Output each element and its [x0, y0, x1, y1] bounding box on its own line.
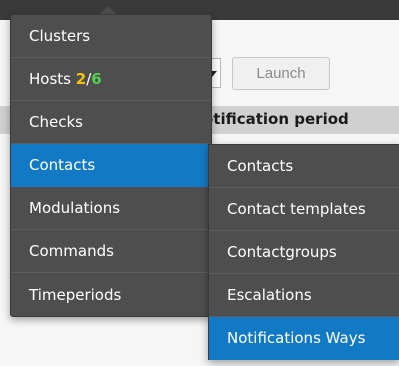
- menu-item-timeperiods[interactable]: Timeperiods: [11, 273, 211, 316]
- submenu-item-escalations[interactable]: Escalations: [209, 274, 399, 317]
- menu-item-label: Clusters: [29, 27, 91, 45]
- menu-item-checks[interactable]: Checks: [11, 101, 211, 144]
- menu-item-label: Checks: [29, 113, 83, 131]
- menu-caret-icon: [100, 6, 116, 14]
- menu-item-contacts[interactable]: Contacts: [11, 144, 211, 187]
- table-header-notification-period: otification period: [203, 110, 349, 128]
- menu-item-label: Commands: [29, 242, 114, 260]
- configuration-menu: Clusters Hosts 2/6 Checks Contacts Modul…: [10, 14, 212, 317]
- menu-item-label: Contacts: [29, 156, 96, 174]
- submenu-item-label: Contact templates: [227, 200, 366, 218]
- submenu-item-label: Notifications Ways: [227, 329, 366, 347]
- menu-item-label: Hosts: [29, 70, 71, 88]
- submenu-item-label: Escalations: [227, 286, 312, 304]
- launch-button[interactable]: Launch: [232, 57, 330, 90]
- hosts-total-count: 6: [91, 70, 102, 88]
- menu-item-commands[interactable]: Commands: [11, 230, 211, 273]
- submenu-item-label: Contactgroups: [227, 243, 337, 261]
- menu-item-modulations[interactable]: Modulations: [11, 187, 211, 230]
- submenu-item-contact-templates[interactable]: Contact templates: [209, 188, 399, 231]
- hosts-ok-count: 2: [75, 70, 87, 88]
- menu-item-hosts[interactable]: Hosts 2/6: [11, 58, 211, 101]
- menu-item-label: Timeperiods: [29, 285, 122, 304]
- menu-item-clusters[interactable]: Clusters: [11, 15, 211, 58]
- submenu-item-label: Contacts: [227, 157, 294, 175]
- menu-item-label: Modulations: [29, 199, 121, 217]
- submenu-item-notifications-ways[interactable]: Notifications Ways: [209, 317, 399, 360]
- submenu-item-contactgroups[interactable]: Contactgroups: [209, 231, 399, 274]
- contacts-submenu: Contacts Contact templates Contactgroups…: [208, 144, 399, 360]
- submenu-item-contacts[interactable]: Contacts: [209, 145, 399, 188]
